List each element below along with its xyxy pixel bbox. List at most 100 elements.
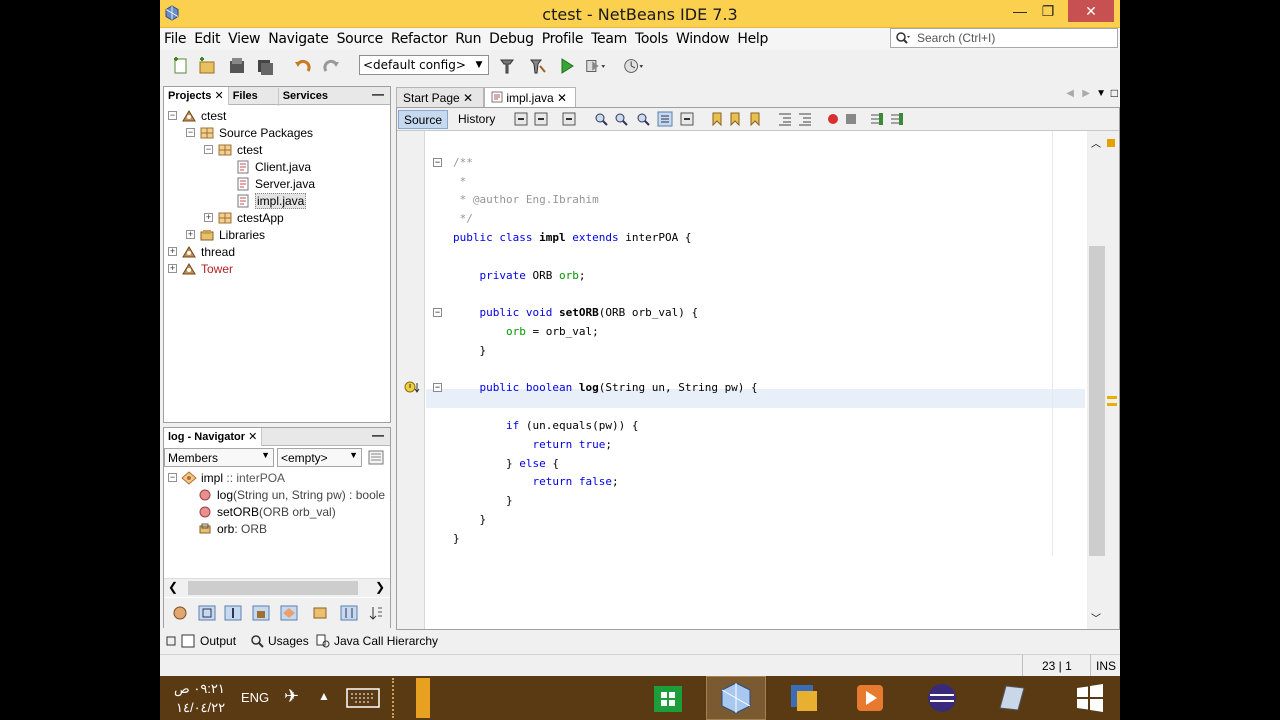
maximize-editor-icon[interactable]: □ bbox=[1111, 86, 1118, 100]
collapse-icon[interactable]: − bbox=[204, 145, 213, 154]
tab-projects[interactable]: Projects ✕ bbox=[164, 87, 229, 105]
navigator-member[interactable]: setORB (ORB orb_val) bbox=[198, 503, 336, 520]
scroll-up-icon[interactable]: ︿ bbox=[1091, 135, 1101, 150]
code-line[interactable]: if (un.equals(pw)) { bbox=[453, 416, 638, 435]
shift-right-icon[interactable] bbox=[797, 111, 813, 127]
tree-item[interactable]: + ctestApp bbox=[204, 209, 284, 226]
error-stripe-marker-icon[interactable] bbox=[1107, 139, 1115, 147]
history-view-button[interactable]: History bbox=[453, 110, 500, 129]
airplane-mode-icon[interactable]: ✈ bbox=[284, 686, 299, 707]
empty-filter-select[interactable]: <empty> ▼ bbox=[277, 448, 362, 467]
language-indicator[interactable]: ENG bbox=[241, 690, 269, 705]
tab-navigator[interactable]: log - Navigator ✕ bbox=[164, 428, 263, 446]
code-line[interactable]: } bbox=[453, 341, 486, 360]
tab-start-page[interactable]: Start Page ✕ bbox=[396, 87, 484, 107]
fold-toggle-icon[interactable]: − bbox=[433, 308, 442, 318]
menu-tools[interactable]: Tools bbox=[631, 28, 672, 47]
forward-icon[interactable] bbox=[561, 111, 577, 127]
menu-debug[interactable]: Debug bbox=[485, 28, 538, 47]
shift-left-icon[interactable] bbox=[777, 111, 793, 127]
code-line[interactable]: public class impl extends interPOA { bbox=[453, 228, 691, 247]
code-line[interactable]: } bbox=[453, 510, 486, 529]
tree-item[interactable]: + Tower bbox=[168, 260, 233, 277]
scroll-tabs-left-icon[interactable]: ◀ bbox=[1066, 88, 1074, 99]
horizontal-scrollbar[interactable]: ❮ ❯ bbox=[164, 578, 390, 597]
inner-classes-icon[interactable] bbox=[280, 605, 298, 621]
close-icon[interactable]: ✕ bbox=[214, 90, 223, 102]
back-icon[interactable] bbox=[533, 111, 549, 127]
scroll-thumb[interactable] bbox=[1089, 246, 1105, 556]
next-bookmark-icon[interactable] bbox=[727, 111, 743, 127]
code-line[interactable]: return true; bbox=[453, 435, 612, 454]
store-app-icon[interactable] bbox=[638, 676, 698, 720]
sort-by-source-icon[interactable] bbox=[312, 605, 328, 621]
show-opened-documents-icon[interactable]: ▼ bbox=[1096, 88, 1106, 99]
tree-item[interactable]: − ctest bbox=[204, 141, 262, 158]
tree-item[interactable]: Client.java bbox=[222, 158, 311, 175]
tree-item[interactable]: + Libraries bbox=[186, 226, 265, 243]
build-icon[interactable] bbox=[496, 55, 518, 77]
find-selection-icon[interactable] bbox=[593, 111, 609, 127]
menu-help[interactable]: Help bbox=[733, 28, 772, 47]
expand-icon[interactable]: + bbox=[168, 247, 177, 256]
debug-icon[interactable] bbox=[584, 55, 606, 77]
fold-toggle-icon[interactable]: − bbox=[433, 157, 442, 167]
menu-refactor[interactable]: Refactor bbox=[387, 28, 451, 47]
media-player-icon[interactable] bbox=[840, 676, 900, 720]
tree-item[interactable]: − ctest bbox=[168, 107, 226, 124]
menu-view[interactable]: View bbox=[224, 28, 264, 47]
tab-impl-java[interactable]: impl.java ✕ bbox=[484, 87, 576, 107]
close-icon[interactable]: ✕ bbox=[557, 91, 567, 105]
redo-icon[interactable] bbox=[320, 55, 342, 77]
code-line[interactable]: public void setORB(ORB orb_val) { bbox=[453, 303, 699, 322]
non-public-icon[interactable] bbox=[252, 605, 270, 621]
menu-edit[interactable]: Edit bbox=[190, 28, 224, 47]
show-hidden-icons-icon[interactable]: ▲ bbox=[318, 689, 330, 703]
search-input[interactable]: Search (Ctrl+I) bbox=[890, 28, 1118, 48]
scroll-down-icon[interactable]: ﹀ bbox=[1091, 610, 1101, 625]
previous-bookmark-icon[interactable] bbox=[709, 111, 725, 127]
tab-services[interactable]: Services bbox=[279, 88, 343, 106]
minimize-panel-icon[interactable]: — bbox=[372, 428, 384, 442]
code-line[interactable]: return false; bbox=[453, 472, 618, 491]
last-edit-icon[interactable] bbox=[513, 111, 529, 127]
menu-team[interactable]: Team bbox=[587, 28, 631, 47]
menu-file[interactable]: File bbox=[160, 28, 190, 47]
profile-icon[interactable] bbox=[622, 55, 644, 77]
menu-navigate[interactable]: Navigate bbox=[264, 28, 332, 47]
maximize-button[interactable]: ❐ bbox=[1032, 0, 1064, 22]
filter-options-icon[interactable] bbox=[367, 449, 385, 466]
scroll-left-icon[interactable]: ❮ bbox=[168, 580, 178, 594]
eclipse-app-icon[interactable] bbox=[912, 676, 972, 720]
fold-toggle-icon[interactable]: − bbox=[433, 383, 442, 393]
code-line[interactable]: } bbox=[453, 491, 513, 510]
config-select[interactable]: <default config> ▼ bbox=[359, 55, 489, 75]
uncomment-icon[interactable] bbox=[889, 111, 905, 127]
scroll-tabs-right-icon[interactable]: ▶ bbox=[1082, 88, 1090, 99]
close-button[interactable]: ✕ bbox=[1068, 0, 1114, 22]
close-icon[interactable]: ✕ bbox=[248, 431, 257, 443]
collapse-icon[interactable]: − bbox=[186, 128, 195, 137]
stop-macro-icon[interactable] bbox=[843, 111, 859, 127]
close-icon[interactable]: ✕ bbox=[463, 91, 473, 105]
collapse-icon[interactable]: − bbox=[168, 473, 177, 482]
clock-time[interactable]: ٠٩:٢١ ص bbox=[174, 681, 225, 697]
run-icon[interactable] bbox=[556, 55, 578, 77]
inherited-icon[interactable] bbox=[172, 605, 188, 621]
navigator-member[interactable]: log (String un, String pw) : boole bbox=[198, 486, 385, 503]
windows-start-icon[interactable] bbox=[1060, 676, 1120, 720]
menu-profile[interactable]: Profile bbox=[538, 28, 587, 47]
sort-by-name-icon[interactable] bbox=[340, 605, 358, 621]
call-hierarchy-tab[interactable]: Java Call Hierarchy bbox=[316, 634, 438, 648]
minimize-panel-icon[interactable]: — bbox=[372, 87, 384, 101]
warning-stripe-marker-icon[interactable] bbox=[1107, 403, 1117, 406]
vertical-scrollbar[interactable]: ︿ ﹀ bbox=[1087, 131, 1119, 629]
find-previous-icon[interactable] bbox=[613, 111, 629, 127]
sort-alpha-icon[interactable] bbox=[368, 605, 384, 621]
toggle-bookmark-icon[interactable] bbox=[747, 111, 763, 127]
toggle-highlight-icon[interactable] bbox=[657, 111, 673, 127]
warning-stripe-marker-icon[interactable] bbox=[1107, 396, 1117, 399]
tree-item[interactable]: + thread bbox=[168, 243, 235, 260]
code-line[interactable]: */ bbox=[453, 209, 473, 228]
collapse-icon[interactable]: − bbox=[168, 111, 177, 120]
